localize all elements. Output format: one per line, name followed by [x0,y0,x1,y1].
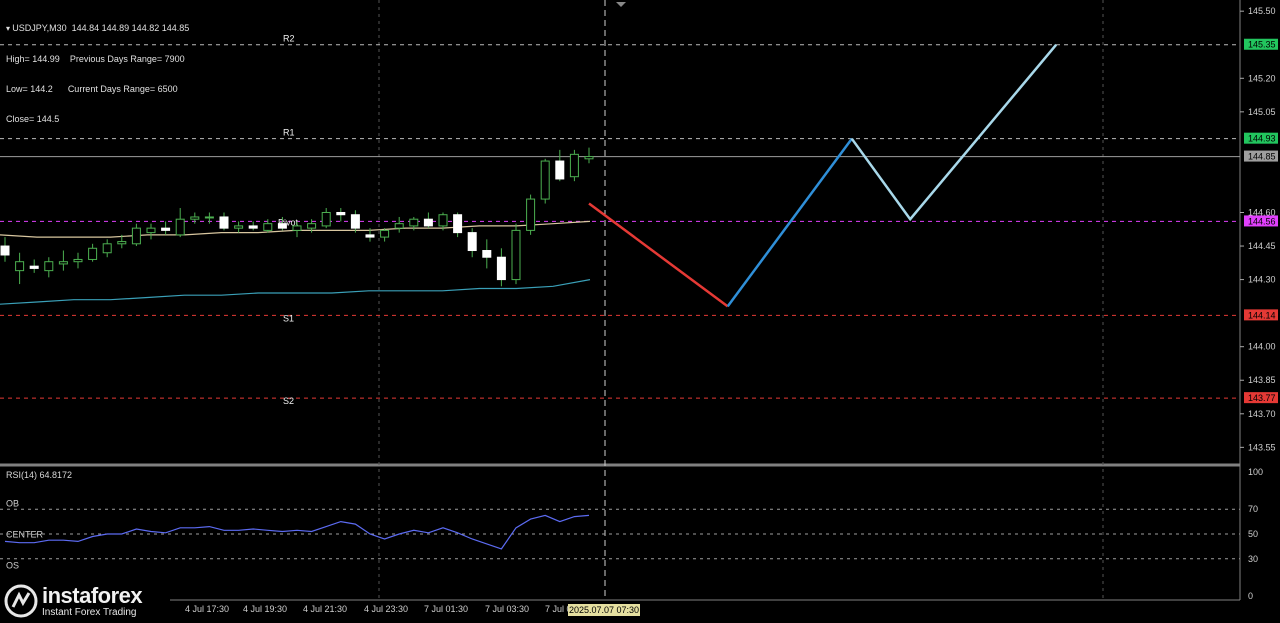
price-tick-label: 145.20 [1248,73,1276,83]
shift-marker-icon [616,2,626,7]
candle-body [496,256,506,281]
candle-body [277,223,287,229]
rsi-ob-label: OB [6,499,19,509]
time-tick-label: 4 Jul 23:30 [364,604,408,614]
candle-body [467,232,477,252]
time-tick-label: 4 Jul 21:30 [303,604,347,614]
logo-tagline: Instant Forex Trading [42,606,137,618]
time-tick-label: 7 Jul 03:30 [485,604,529,614]
time-tick-label: 7 Jul 01:30 [424,604,468,614]
candle-body [161,227,171,231]
projection-blue-wave [726,137,853,308]
candle-body [263,223,273,231]
price-tick-label: 144.30 [1248,275,1276,285]
candle-body [453,214,463,234]
candle-body [58,261,68,265]
candle-body [73,258,83,263]
candle-body [190,216,200,220]
rsi-tick-label: 50 [1248,529,1258,539]
rsi-center-label: CENTER [6,530,44,540]
price-tick-label: 144.00 [1248,342,1276,352]
price-tick-label: 144.45 [1248,241,1276,251]
candle-body [555,160,565,180]
candle-body [365,234,375,238]
candle-body [438,214,448,227]
rsi-tick-label: 70 [1248,504,1258,514]
logo-brand: instaforex [42,582,143,608]
candle-body [584,156,594,160]
rsi-label: RSI(14) 64.8172 [6,470,72,480]
candle-body [307,223,317,229]
rsi-line [4,514,590,550]
candle-body [409,218,419,227]
instaforex-logo: instaforex Instant Forex Trading [0,580,170,622]
rsi-tick-label: 0 [1248,591,1253,601]
level-tag-text-s2: 143.77 [1248,393,1276,403]
candle-body [569,153,579,178]
candle-body [146,227,156,234]
candle-body [394,223,404,229]
candle-body [88,247,98,260]
chart-info-panel: USDJPY,M30 144.84 144.89 144.82 144.85 H… [6,3,189,134]
candle-body [350,214,360,229]
level-tag-text-r2: 145.35 [1248,40,1276,50]
time-tick-label: 4 Jul 19:30 [243,604,287,614]
price-tick-label: 143.85 [1248,375,1276,385]
candle-body [219,216,229,229]
symbol-header: USDJPY,M30 144.84 144.89 144.82 144.85 [6,23,189,34]
price-tick-label: 145.50 [1248,6,1276,16]
close-line: Close= 144.5 [6,114,60,124]
candle-body [540,160,550,200]
level-label-s1: S1 [283,313,294,323]
level-tag-text-r1: 144.93 [1248,134,1276,144]
projection-red-wave [588,202,729,308]
candle-body [117,241,127,245]
logo-mark-icon [4,584,38,618]
price-tick-label: 143.55 [1248,442,1276,452]
price-tick-label: 145.05 [1248,107,1276,117]
candle-body [204,216,214,219]
crosshair-date-label: 2025.07.07 07:30 [568,604,640,616]
candle-body [102,243,112,254]
low-range-line: Low= 144.2 Current Days Range= 6500 [6,84,178,94]
candle-body [482,250,492,258]
candle-body [423,218,433,227]
high-range-line: High= 144.99 Previous Days Range= 7900 [6,54,185,64]
candle-body [321,211,331,227]
level-tag-text-s1: 144.14 [1248,310,1276,320]
rsi-tick-label: 30 [1248,554,1258,564]
rsi-tick-label: 100 [1248,467,1263,477]
candle-body [526,198,536,231]
price-tick-label: 143.70 [1248,409,1276,419]
current-price-tag-text: 144.85 [1248,152,1276,162]
candle-body [380,229,390,238]
candle-body [0,245,10,256]
level-label-r2: R2 [283,34,295,44]
level-tag-text-pivot: 144.56 [1248,216,1276,226]
candle-body [511,229,521,281]
candle-body [292,225,302,231]
time-tick-label: 4 Jul 17:30 [185,604,229,614]
candle-body [29,265,39,269]
candle-body [175,218,185,236]
projection-lightblue-wave [850,43,1058,222]
candle-body [336,211,346,216]
price-chart[interactable]: 145.50145.20145.05144.60144.45144.30144.… [0,0,1280,622]
rsi-os-label: OS [6,561,19,571]
candle-body [234,225,244,229]
candle-body [248,225,258,229]
candle-body [15,261,25,272]
level-label-r1: R1 [283,128,295,138]
level-label-s2: S2 [283,396,294,406]
candle-body [44,261,54,272]
candle-body [131,227,141,245]
